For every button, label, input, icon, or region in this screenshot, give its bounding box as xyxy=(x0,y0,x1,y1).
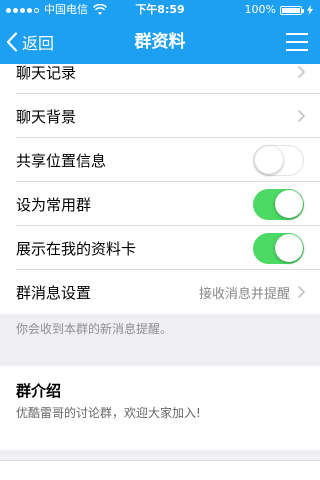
row-label: 设为常用群 xyxy=(16,195,92,214)
group-intro-description: 优酷雷哥的讨论群，欢迎大家加入! xyxy=(16,406,201,420)
row-set-common-group: 设为常用群 xyxy=(0,182,320,226)
row-chat-background[interactable]: 聊天背景 xyxy=(0,94,320,138)
chevron-right-icon xyxy=(297,65,306,79)
next-section-edge xyxy=(0,460,320,480)
battery-percent: 100% xyxy=(244,3,276,16)
share-location-toggle[interactable] xyxy=(253,144,304,176)
navigation-bar: 返回 群资料 xyxy=(0,20,320,64)
status-right: 100% xyxy=(245,0,314,20)
common-group-toggle[interactable] xyxy=(253,188,304,220)
row-label: 聊天记录 xyxy=(16,64,77,82)
page-title: 群资料 xyxy=(134,32,186,52)
row-label: 群消息设置 xyxy=(16,283,92,302)
battery-icon xyxy=(280,5,304,15)
chevron-right-icon xyxy=(297,285,306,299)
message-settings-note: 你会收到本群的新消息提醒。 xyxy=(16,322,173,336)
row-share-location: 共享位置信息 xyxy=(0,138,320,182)
row-message-settings[interactable]: 群消息设置 接收消息并提醒 xyxy=(0,270,320,314)
show-on-profile-toggle[interactable] xyxy=(253,232,304,264)
charging-bolt-icon xyxy=(307,5,313,15)
message-setting-value: 接收消息并提醒 xyxy=(198,286,290,302)
row-label: 聊天背景 xyxy=(16,107,77,126)
row-label: 展示在我的资料卡 xyxy=(16,239,137,258)
row-chat-history[interactable]: 聊天记录 xyxy=(0,64,320,94)
status-bar: 中国电信 下午8:59 100% xyxy=(0,0,320,20)
row-show-on-profile: 展示在我的资料卡 xyxy=(0,226,320,270)
row-label: 共享位置信息 xyxy=(16,151,107,170)
hamburger-menu-icon[interactable] xyxy=(286,32,308,52)
chevron-right-icon xyxy=(297,109,306,123)
group-intro-section[interactable]: 群介绍 优酷雷哥的讨论群，欢迎大家加入! xyxy=(0,366,320,450)
group-settings-list: 聊天记录 聊天背景 共享位置信息 设为常用群 展示在我的资料卡 群消息设置 接收… xyxy=(0,64,320,480)
group-intro-title: 群介绍 xyxy=(16,382,62,400)
